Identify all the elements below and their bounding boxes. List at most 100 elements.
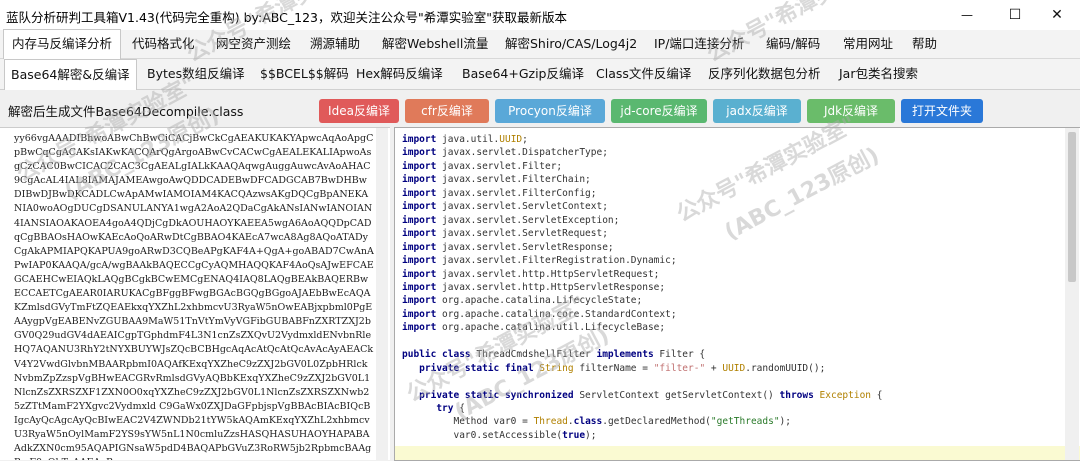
menu-item-help[interactable]: 帮助 [904, 30, 945, 58]
code-token: Thread [533, 416, 568, 428]
close-button[interactable]: ✕ [1034, 0, 1080, 30]
code-line: private static final String filterName =… [402, 361, 825, 376]
base64-input-area[interactable]: yy66vgAAADIBhwoABwChBwCiCACjBwCkCgAEAKUK… [0, 127, 390, 460]
code-token: javax.servlet.http.HttpServletResponse; [442, 281, 666, 293]
menu-item-ip-port[interactable]: IP/端口连接分析 [646, 30, 752, 58]
menu-item-urls[interactable]: 常用网址 [835, 30, 901, 58]
code-token: import [402, 134, 443, 145]
title-bar: 蓝队分析研判工具箱V1.43(代码完全重构) by:ABC_123，欢迎关注公众… [0, 0, 1080, 30]
code-token: "filter-" [653, 362, 706, 374]
code-token: { [459, 403, 465, 414]
menu-item-asset-mapping[interactable]: 网空资产测绘 [208, 30, 299, 58]
code-token: org.apache.catalina.core.StandardContext… [442, 308, 677, 320]
right-scroll-thumb[interactable] [1068, 132, 1076, 282]
code-token: javax.servlet.FilterRegistration.Dynamic… [442, 255, 677, 267]
base64-text: yy66vgAAADIBhwoABwChBwCiCACjBwCkCgAEAKUK… [14, 133, 374, 460]
tab-base64[interactable]: Base64解密&反编译 [4, 59, 137, 90]
code-line: import org.apache.catalina.util.Lifecycl… [402, 320, 665, 335]
code-token: var0.setAccessible( [402, 429, 563, 441]
code-token: implements [596, 349, 660, 361]
code-token: import [402, 281, 443, 293]
code-token: ; [522, 134, 528, 145]
code-token: import [402, 147, 443, 159]
jdcore-decompile-button[interactable]: jd-core反编译 [611, 99, 707, 123]
code-token: import [402, 214, 443, 226]
menu-item-memshell[interactable]: 内存马反编译分析 [3, 29, 122, 59]
code-token: java.util. [442, 134, 500, 145]
code-token: import [402, 201, 443, 213]
window-title: 蓝队分析研判工具箱V1.43(代码完全重构) by:ABC_123，欢迎关注公众… [6, 10, 567, 25]
idea-decompile-button[interactable]: Idea反编译 [319, 99, 399, 123]
close-icon: ✕ [1051, 7, 1063, 23]
menu-item-shiro[interactable]: 解密Shiro/CAS/Log4j2 [497, 30, 645, 58]
code-token: throws [779, 389, 820, 401]
code-token: true [562, 429, 586, 441]
code-token: javax.servlet.ServletResponse; [442, 241, 614, 253]
code-token: org.apache.catalina.LifecycleState; [442, 295, 643, 307]
menu-item-trace[interactable]: 溯源辅助 [302, 30, 368, 58]
code-token: .getDeclaredMethod( [602, 416, 711, 428]
code-token: javax.servlet.DispatcherType; [442, 147, 608, 159]
code-token: ); [779, 416, 791, 428]
main-menu-bar: 内存马反编译分析 代码格式化 网空资产测绘 溯源辅助 解密Webshell流量 … [0, 29, 1080, 59]
code-token: .randomUUID(); [745, 362, 826, 374]
code-token: "getThreads" [710, 416, 780, 428]
decompiled-code-area[interactable]: import java.util.UUID; import javax.servl… [394, 127, 1080, 461]
code-line: private static synchronized ServletConte… [402, 388, 882, 403]
tab-deserialize[interactable]: 反序列化数据包分析 [702, 59, 827, 89]
tab-hex[interactable]: Hex解码反编译 [350, 59, 449, 89]
tab-class-file[interactable]: Class文件反编译 [590, 59, 697, 89]
output-file-label: 解密后生成文件Base64Decompile.class [8, 104, 244, 119]
code-token: javax.servlet.ServletContext; [442, 201, 608, 213]
code-token: import [402, 308, 443, 320]
code-token: private static synchronized [402, 389, 580, 401]
jdk-decompile-button[interactable]: Jdk反编译 [807, 99, 895, 123]
tab-bytes[interactable]: Bytes数组反编译 [141, 59, 251, 89]
maximize-icon: ☐ [1008, 7, 1022, 23]
code-token: javax.servlet.http.HttpServletRequest; [442, 268, 660, 280]
code-token: import [402, 322, 443, 334]
code-token: import [402, 241, 443, 253]
code-token: private static final [402, 362, 540, 374]
code-token: import [402, 187, 443, 199]
code-token: filterName = [579, 362, 654, 374]
tab-base64-gzip[interactable]: Base64+Gzip反编译 [456, 59, 590, 89]
code-token: javax.servlet.FilterConfig; [442, 187, 597, 199]
sub-tab-bar: Base64解密&反编译 Bytes数组反编译 $$BCEL$$解码 Hex解码… [0, 59, 1080, 90]
code-token: org.apache.catalina.util.LifecycleBase; [442, 322, 666, 334]
code-token: UUID [499, 134, 523, 145]
maximize-button[interactable]: ☐ [992, 0, 1038, 30]
code-token: ThreadCmdshellFilter [476, 349, 597, 361]
code-token: javax.servlet.ServletException; [442, 214, 620, 226]
code-token: import [402, 295, 443, 307]
code-token: String [539, 362, 580, 374]
code-token: javax.servlet.ServletRequest; [442, 228, 608, 240]
code-token: import [402, 228, 443, 240]
menu-item-webshell[interactable]: 解密Webshell流量 [374, 30, 496, 58]
code-token: ); [585, 429, 597, 441]
tab-bcel[interactable]: $$BCEL$$解码 [254, 59, 355, 89]
code-token: import [402, 268, 443, 280]
code-line: var0.setAccessible(true); [402, 428, 597, 443]
menu-item-encode[interactable]: 编码/解码 [758, 30, 828, 58]
left-scrollbar[interactable] [376, 128, 388, 460]
open-folder-button[interactable]: 打开文件夹 [901, 99, 983, 123]
code-token: { [871, 389, 883, 401]
code-token: javax.servlet.FilterChain; [442, 174, 591, 186]
minimize-icon: — [961, 8, 973, 22]
tab-jar-search[interactable]: Jar包类名搜索 [833, 59, 924, 89]
jadx-decompile-button[interactable]: jadx反编译 [713, 99, 801, 123]
code-token: public class [402, 349, 477, 361]
menu-item-code-format[interactable]: 代码格式化 [124, 30, 203, 58]
code-token: UUID [722, 362, 746, 374]
procyon-decompile-button[interactable]: Procyon反编译 [495, 99, 605, 123]
code-token: Method var0 = [402, 416, 534, 428]
code-token: + [705, 362, 723, 374]
code-token: import [402, 160, 443, 172]
cfr-decompile-button[interactable]: cfr反编译 [405, 99, 489, 123]
code-token: class [573, 416, 603, 428]
code-token: javax.servlet.Filter; [442, 160, 563, 172]
minimize-button[interactable]: — [944, 0, 990, 30]
right-scrollbar[interactable] [1065, 128, 1079, 460]
code-token: Filter { [659, 349, 706, 361]
